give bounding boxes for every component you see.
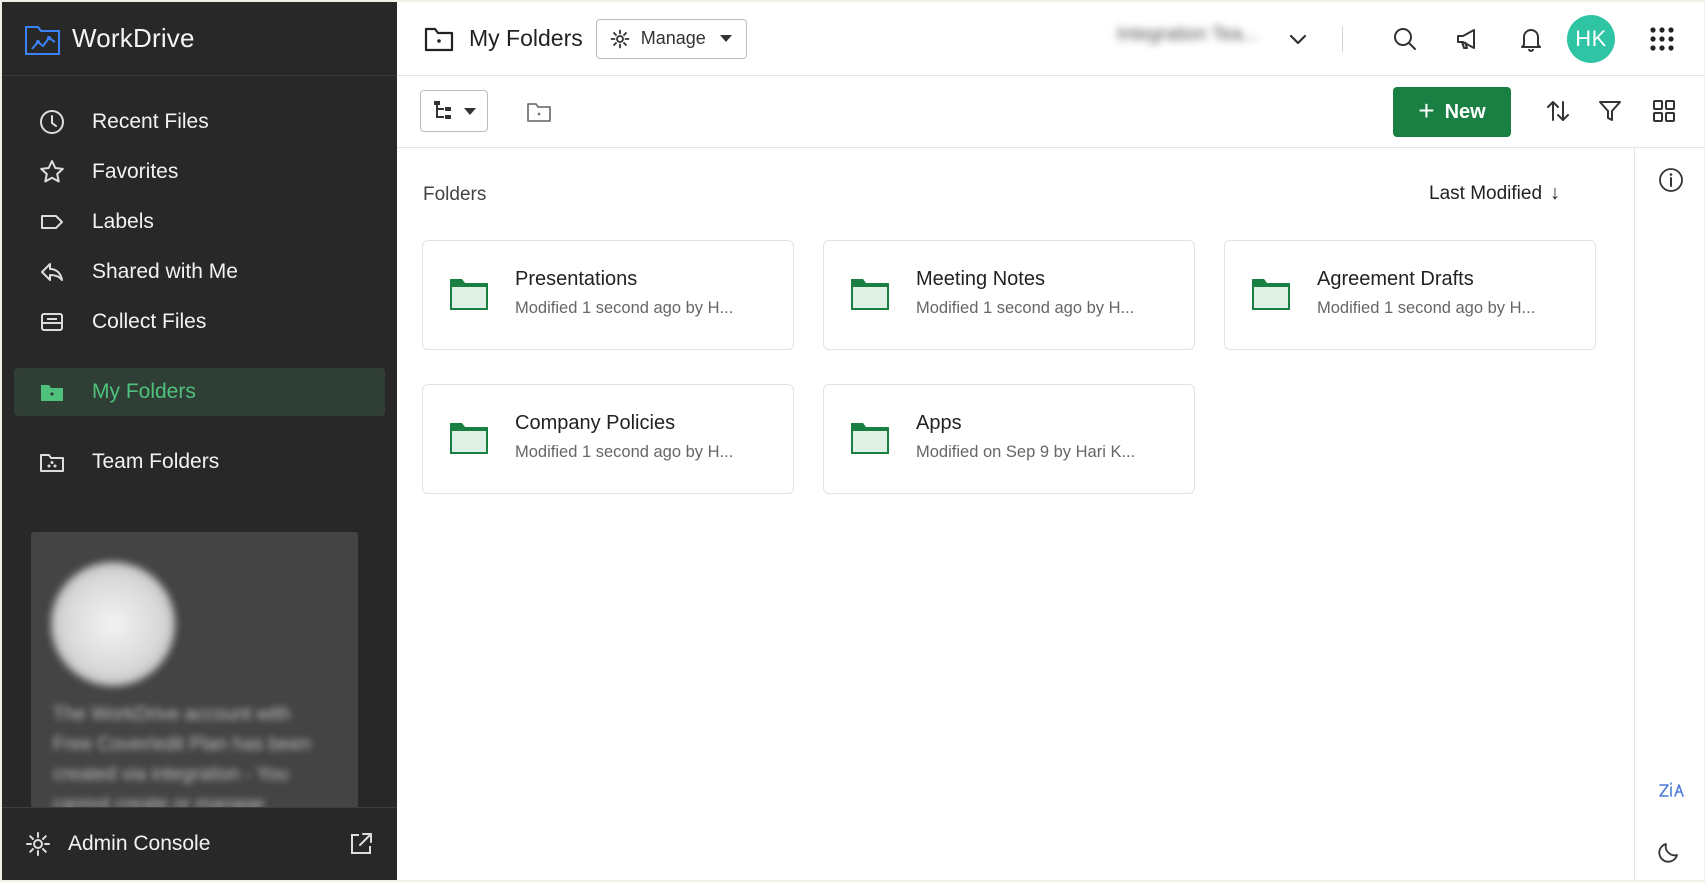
chevron-down-icon[interactable]	[1285, 26, 1311, 52]
folder-icon	[851, 423, 889, 454]
top-bar: My Folders Manage Integration Tea... HK	[397, 2, 1704, 76]
filter-icon[interactable]	[1595, 96, 1625, 126]
clock-icon	[40, 110, 64, 134]
sort-direction-icon: ↓	[1550, 182, 1561, 204]
folder-name: Apps	[916, 412, 962, 434]
folder-meta: Modified 1 second ago by H...	[1317, 299, 1536, 317]
org-name[interactable]: Integration Tea...	[1117, 24, 1277, 54]
sort-control[interactable]: Last Modified ↓	[1429, 182, 1560, 205]
caret-down-icon	[719, 35, 732, 42]
new-folder-icon[interactable]	[525, 98, 553, 126]
sidebar-item-labels[interactable]: Labels	[14, 198, 385, 246]
promo-card: The WorkDrive account with Free Cover/ed…	[31, 532, 358, 808]
brand[interactable]: WorkDrive	[2, 2, 397, 76]
sidebar-item-label: Collect Files	[92, 310, 207, 333]
folder-icon	[424, 27, 454, 51]
folder-icon	[1252, 279, 1290, 310]
brand-name: WorkDrive	[72, 23, 195, 53]
moon-icon[interactable]	[1657, 836, 1685, 864]
megaphone-icon[interactable]	[1453, 24, 1483, 54]
folder-name: Agreement Drafts	[1317, 268, 1474, 290]
sidebar-item-label: My Folders	[92, 380, 196, 403]
admin-console-link[interactable]: Admin Console	[2, 807, 397, 880]
section-label: Folders	[423, 184, 487, 205]
tree-icon	[434, 101, 451, 119]
folder-name: Presentations	[515, 268, 638, 290]
main-area: My Folders Manage Integration Tea... HK	[397, 2, 1704, 880]
new-button[interactable]: + New	[1393, 87, 1511, 137]
sort-label: Last Modified	[1429, 182, 1543, 204]
promo-text: The WorkDrive account with Free Cover/ed…	[53, 704, 311, 808]
toolbar: + New	[397, 76, 1704, 148]
sidebar-item-label: Shared with Me	[92, 260, 238, 283]
folder-card[interactable]: Apps Modified on Sep 9 by Hari K...	[823, 384, 1195, 494]
folder-meta: Modified 1 second ago by H...	[916, 299, 1135, 317]
star-icon	[40, 160, 64, 183]
sidebar-item-my-folders[interactable]: My Folders	[14, 368, 385, 416]
page-title-group: My Folders	[423, 24, 583, 54]
sidebar-item-recent-files[interactable]: Recent Files	[14, 98, 385, 146]
folder-card[interactable]: Agreement Drafts Modified 1 second ago b…	[1224, 240, 1596, 350]
divider	[1342, 26, 1343, 52]
sidebar-item-label: Labels	[92, 210, 154, 233]
workdrive-app: WorkDrive Recent Files Favorites Labels …	[2, 2, 1704, 880]
workdrive-logo-icon	[25, 25, 60, 55]
avatar[interactable]: HK	[1567, 15, 1615, 63]
folder-meta: Modified on Sep 9 by Hari K...	[916, 443, 1136, 461]
folder-icon	[851, 279, 889, 310]
search-icon[interactable]	[1390, 24, 1420, 54]
folder-icon	[450, 423, 488, 454]
sidebar-item-label: Team Folders	[92, 450, 220, 473]
gear-icon	[610, 29, 630, 48]
grid-view-icon[interactable]	[1649, 96, 1679, 126]
folder-name: Meeting Notes	[916, 268, 1045, 290]
sidebar-item-favorites[interactable]: Favorites	[14, 148, 385, 196]
folder-meta: Modified 1 second ago by H...	[515, 443, 734, 461]
sidebar-item-label: Recent Files	[92, 110, 209, 133]
caret-down-icon	[464, 107, 476, 115]
folder-card[interactable]: Company Policies Modified 1 second ago b…	[422, 384, 794, 494]
tree-view-button[interactable]	[420, 90, 488, 132]
sidebar-item-shared-with-me[interactable]: Shared with Me	[14, 248, 385, 296]
right-rail	[1634, 148, 1704, 880]
team-folder-icon	[40, 454, 64, 472]
sidebar: WorkDrive Recent Files Favorites Labels …	[2, 2, 397, 880]
plus-icon: +	[1418, 94, 1435, 126]
folder-name: Company Policies	[515, 412, 676, 434]
folders-content: Folders Last Modified ↓ Presentations Mo…	[397, 148, 1630, 880]
reply-icon	[41, 263, 63, 281]
folder-icon	[41, 385, 63, 401]
info-icon[interactable]	[1657, 166, 1685, 194]
new-label: New	[1444, 100, 1486, 123]
gear-icon	[26, 832, 50, 856]
bell-icon[interactable]	[1516, 24, 1546, 54]
folder-meta: Modified 1 second ago by H...	[515, 299, 734, 317]
manage-label: Manage	[640, 28, 706, 48]
sidebar-item-label: Favorites	[92, 160, 179, 183]
folder-card[interactable]: Meeting Notes Modified 1 second ago by H…	[823, 240, 1195, 350]
sidebar-nav: Recent Files Favorites Labels Shared wit…	[2, 76, 397, 486]
folder-card[interactable]: Presentations Modified 1 second ago by H…	[422, 240, 794, 350]
promo-illustration	[51, 562, 175, 686]
sidebar-item-collect-files[interactable]: Collect Files	[14, 298, 385, 346]
app-grid-icon[interactable]	[1647, 24, 1677, 54]
manage-button[interactable]: Manage	[595, 18, 747, 59]
label-icon	[41, 215, 63, 229]
external-link-icon[interactable]	[347, 830, 375, 858]
admin-console-label: Admin Console	[68, 832, 211, 855]
sort-icon[interactable]	[1543, 96, 1573, 126]
folder-icon	[450, 279, 488, 310]
zia-icon[interactable]	[1657, 776, 1685, 804]
inbox-icon	[41, 313, 63, 331]
page-title: My Folders	[469, 25, 583, 51]
sidebar-item-team-folders[interactable]: Team Folders	[14, 438, 385, 486]
